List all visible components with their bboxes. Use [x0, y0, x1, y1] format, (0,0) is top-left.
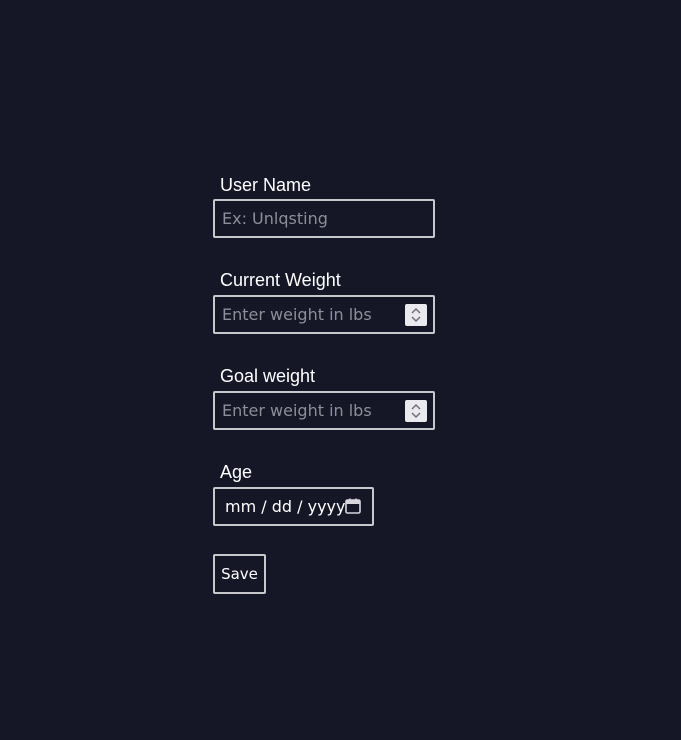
- username-placeholder: Ex: Unlqsting: [222, 209, 328, 228]
- date-format-text: mm / dd / yyyy: [225, 497, 346, 516]
- current-weight-field[interactable]: Enter weight in lbs: [213, 295, 435, 334]
- number-spinner-icon[interactable]: [405, 304, 427, 326]
- number-spinner-icon[interactable]: [405, 400, 427, 422]
- save-button[interactable]: Save: [213, 554, 266, 594]
- age-date-field[interactable]: mm / dd / yyyy: [213, 487, 374, 526]
- goal-weight-placeholder: Enter weight in lbs: [222, 401, 372, 420]
- current-weight-placeholder: Enter weight in lbs: [222, 305, 372, 324]
- username-field[interactable]: Ex: Unlqsting: [213, 199, 435, 238]
- age-label: Age: [220, 462, 253, 482]
- goal-weight-label: Goal weight: [220, 366, 316, 386]
- goal-weight-field[interactable]: Enter weight in lbs: [213, 391, 435, 430]
- username-label: User Name: [220, 175, 312, 195]
- calendar-icon[interactable]: [344, 497, 362, 515]
- current-weight-label: Current Weight: [220, 270, 341, 290]
